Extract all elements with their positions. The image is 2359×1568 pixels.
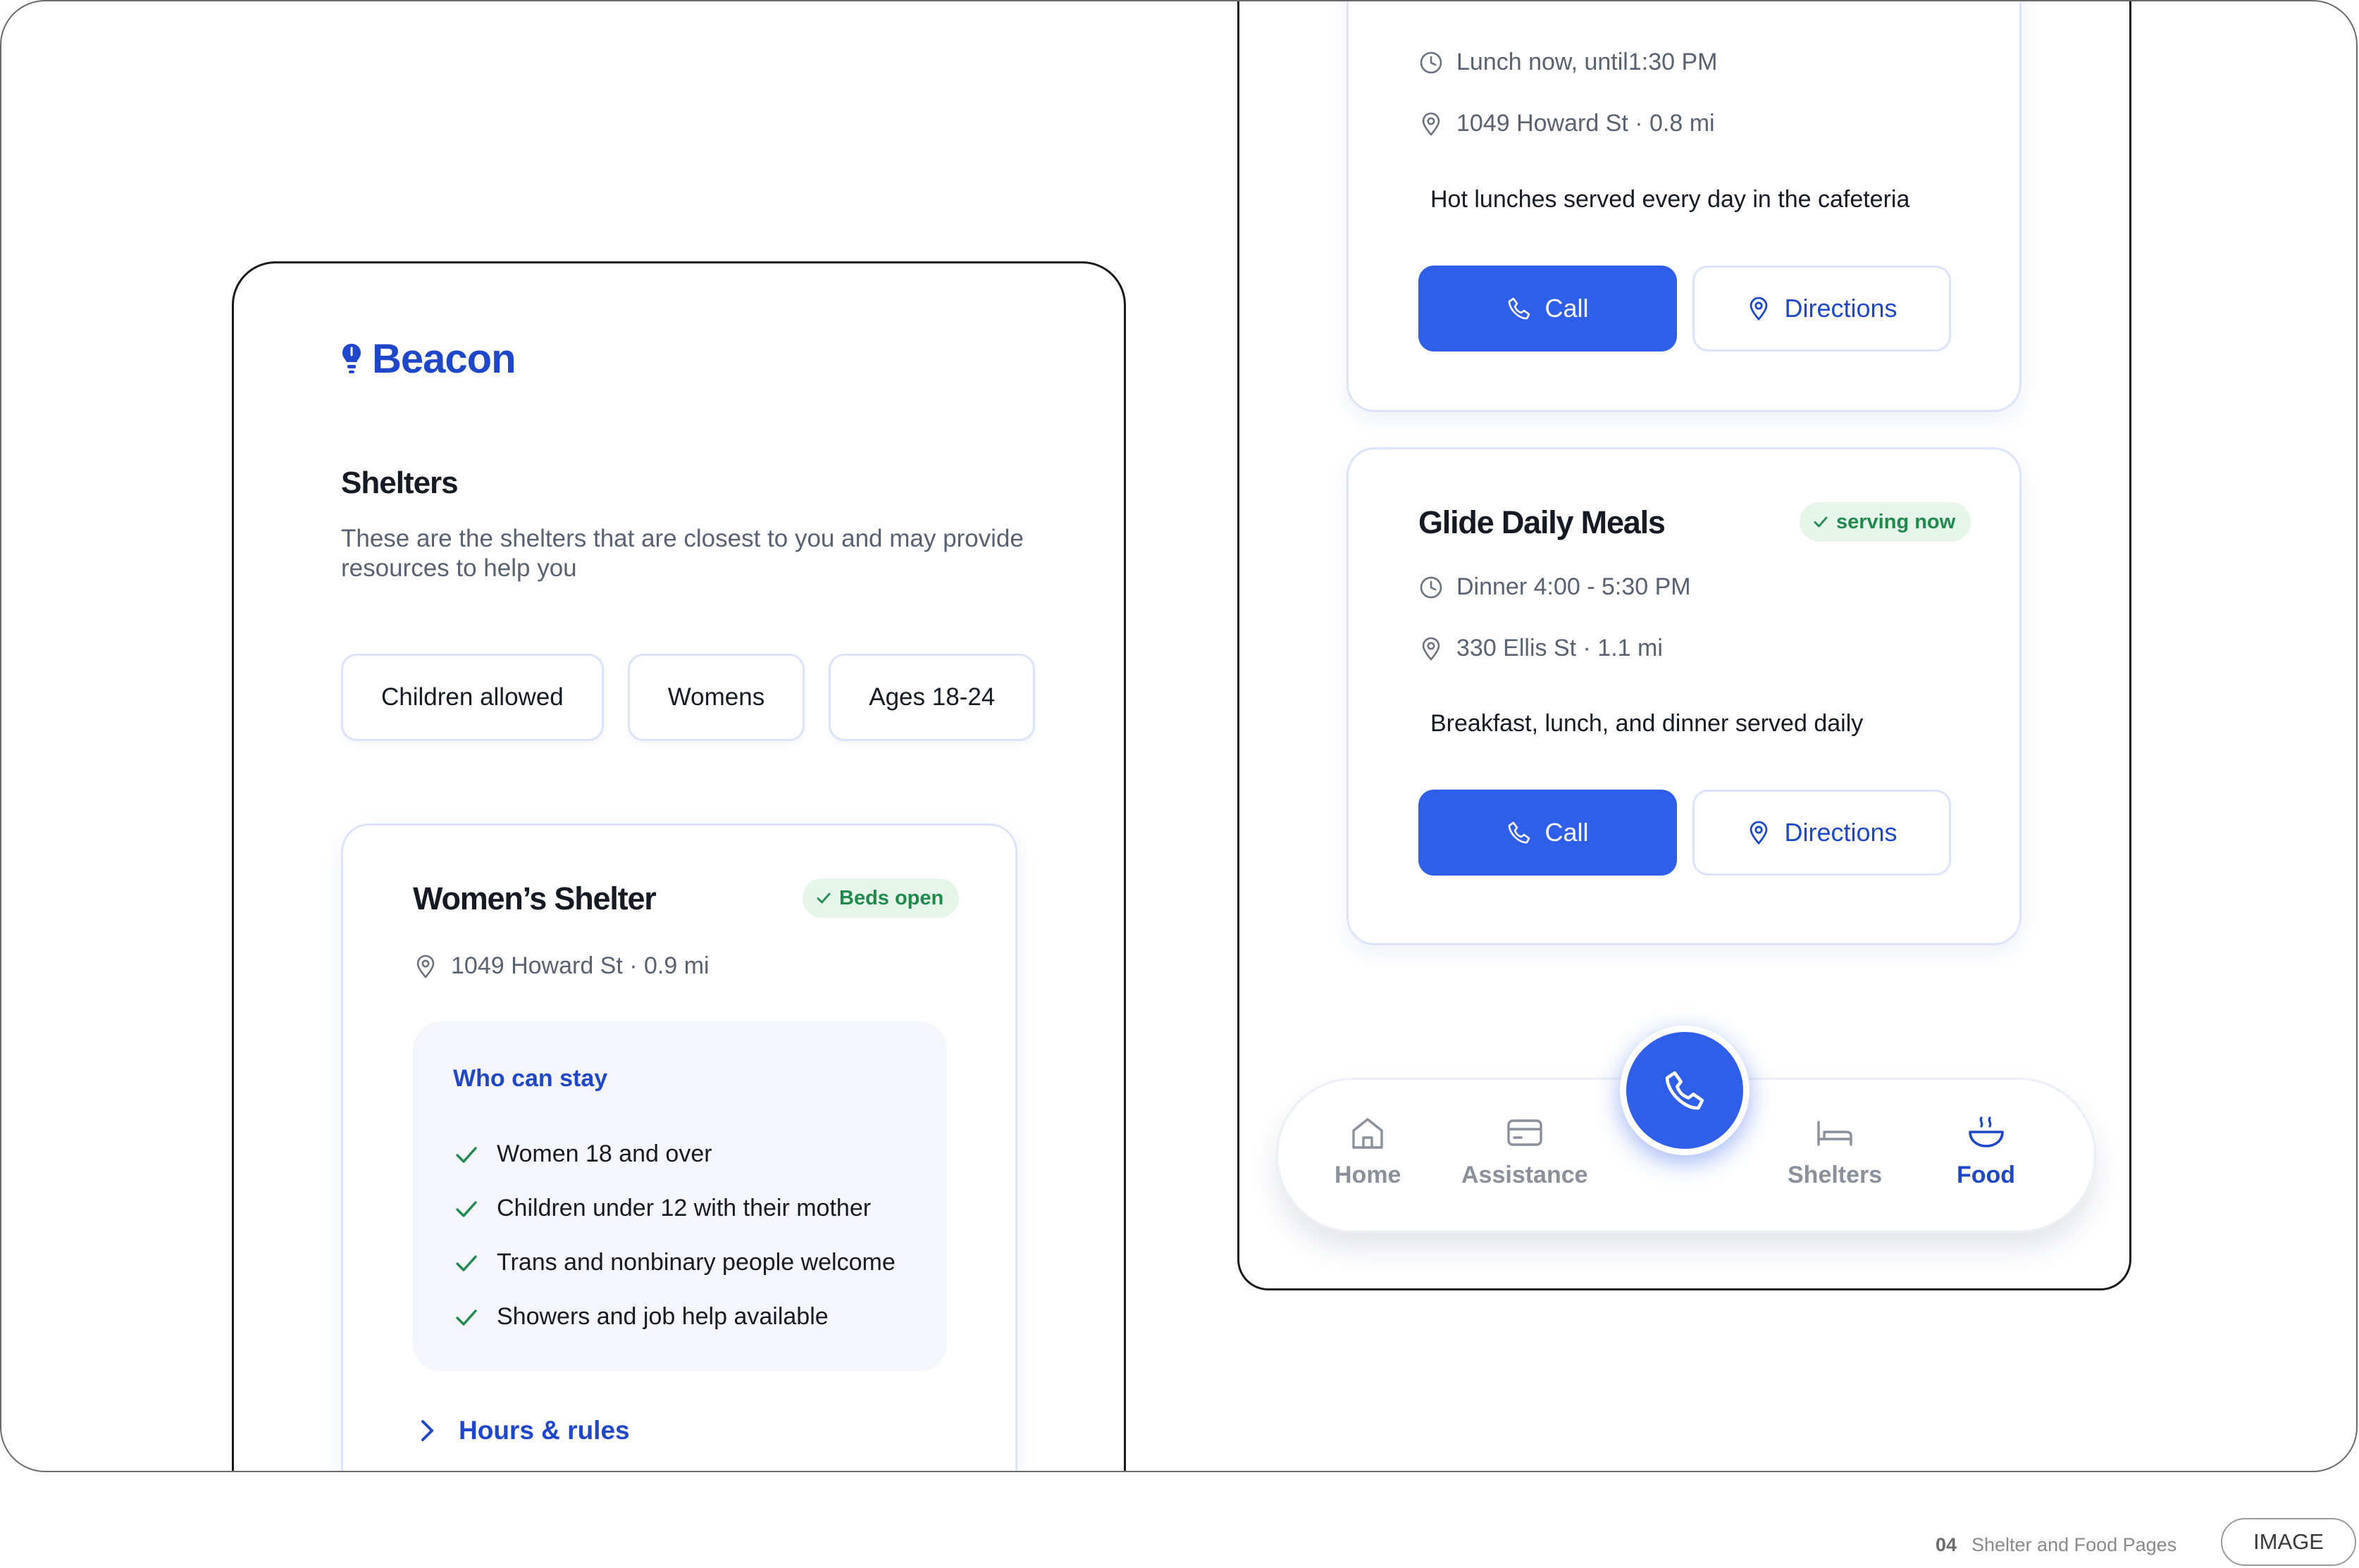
call-button-label: Call bbox=[1544, 294, 1589, 323]
phone-icon bbox=[1509, 821, 1530, 844]
directions-button[interactable]: Directions bbox=[1692, 266, 1951, 351]
brand-logo[interactable]: Beacon bbox=[341, 335, 516, 382]
food-address: 1049 Howard St · 0.8 mi bbox=[1418, 110, 1715, 137]
list-item: Children under 12 with their mother bbox=[453, 1181, 896, 1236]
check-icon bbox=[456, 1309, 477, 1326]
filter-chip-ages[interactable]: Ages 18-24 bbox=[829, 654, 1036, 741]
presentation-frame: Beacon Shelters These are the shelters t… bbox=[0, 0, 2358, 1472]
food-address-text: 1049 Howard St · 0.8 mi bbox=[1456, 110, 1715, 137]
check-icon bbox=[456, 1146, 477, 1163]
status-badge-label: serving now bbox=[1836, 510, 1956, 533]
page-caption: Shelter and Food Pages bbox=[1971, 1534, 2177, 1555]
phone-food-screen: Lunch now, until1:30 PM 1049 Howard St ·… bbox=[1237, 1, 2131, 1290]
card-icon bbox=[1507, 1119, 1542, 1146]
list-item: Women 18 and over bbox=[453, 1127, 896, 1181]
bed-icon bbox=[1817, 1121, 1852, 1146]
food-card[interactable]: Lunch now, until1:30 PM 1049 Howard St ·… bbox=[1346, 1, 2021, 412]
phone-shelters-screen: Beacon Shelters These are the shelters t… bbox=[232, 261, 1126, 1471]
filter-chips: Children allowed Womens Ages 18-24 bbox=[341, 654, 1036, 741]
food-hours-text: Dinner 4:00 - 5:30 PM bbox=[1456, 573, 1691, 600]
call-button-label: Call bbox=[1544, 818, 1589, 847]
location-pin-icon bbox=[1422, 637, 1440, 661]
food-address: 330 Ellis St · 1.1 mi bbox=[1418, 635, 1663, 662]
food-card[interactable]: Glide Daily Meals serving now Dinner 4:0… bbox=[1346, 447, 2021, 945]
list-item-label: Children under 12 with their mother bbox=[497, 1195, 872, 1221]
nav-item-food[interactable]: Food bbox=[1957, 1114, 2015, 1189]
check-icon bbox=[1814, 516, 1828, 528]
filter-chip-womens[interactable]: Womens bbox=[627, 654, 805, 741]
nav-item-shelters[interactable]: Shelters bbox=[1788, 1114, 1882, 1189]
check-icon bbox=[456, 1200, 477, 1217]
directions-button[interactable]: Directions bbox=[1692, 790, 1951, 876]
location-pin-icon bbox=[1750, 821, 1768, 845]
hours-rules-label: Hours & rules bbox=[459, 1416, 630, 1445]
list-item: Showers and job help available bbox=[453, 1290, 896, 1344]
call-button[interactable]: Call bbox=[1418, 790, 1677, 876]
location-pin-icon bbox=[1422, 112, 1440, 136]
status-badge: Beds open bbox=[803, 878, 960, 918]
shelter-title: Women’s Shelter bbox=[413, 881, 657, 916]
lightbulb-icon bbox=[342, 343, 361, 373]
list-item: Trans and nonbinary people welcome bbox=[453, 1236, 896, 1290]
nav-item-label: Assistance bbox=[1461, 1162, 1588, 1188]
shelter-card[interactable]: Women’s Shelter Beds open 1049 Howard St… bbox=[341, 823, 1017, 1471]
nav-item-label: Shelters bbox=[1788, 1162, 1883, 1188]
food-hours: Dinner 4:00 - 5:30 PM bbox=[1418, 573, 1691, 601]
nav-item-assistance[interactable]: Assistance bbox=[1461, 1114, 1588, 1189]
phone-icon bbox=[1665, 1071, 1704, 1110]
nav-item-label: Home bbox=[1335, 1162, 1401, 1188]
page-description: These are the shelters that are closest … bbox=[341, 525, 1024, 582]
who-can-stay-title: Who can stay bbox=[453, 1065, 608, 1092]
check-icon bbox=[817, 892, 831, 904]
filter-chip-children-allowed[interactable]: Children allowed bbox=[341, 654, 604, 741]
hours-rules-link[interactable]: Hours & rules bbox=[416, 1416, 630, 1445]
home-icon bbox=[1352, 1118, 1383, 1149]
clock-icon bbox=[1420, 576, 1442, 598]
page-title: Shelters bbox=[341, 466, 459, 500]
nav-item-home[interactable]: Home bbox=[1335, 1114, 1401, 1189]
list-item-label: Trans and nonbinary people welcome bbox=[497, 1249, 896, 1276]
shelter-address: 1049 Howard St · 0.9 mi bbox=[413, 952, 710, 980]
status-badge: serving now bbox=[1800, 502, 1971, 542]
who-can-stay-panel: Who can stay Women 18 and over Children … bbox=[413, 1021, 947, 1371]
phone-icon bbox=[1509, 297, 1530, 320]
call-fab-button[interactable] bbox=[1620, 1026, 1750, 1155]
call-button[interactable]: Call bbox=[1418, 266, 1677, 351]
clock-icon bbox=[1420, 51, 1442, 73]
brand-name: Beacon bbox=[372, 336, 516, 382]
directions-button-label: Directions bbox=[1784, 818, 1897, 847]
image-tag-pill[interactable]: IMAGE bbox=[2221, 1518, 2356, 1566]
list-item-label: Women 18 and over bbox=[497, 1140, 712, 1167]
who-can-stay-list: Women 18 and over Children under 12 with… bbox=[453, 1127, 896, 1344]
nav-item-label: Food bbox=[1957, 1162, 2016, 1188]
page-number: 04 bbox=[1936, 1534, 1957, 1555]
location-pin-icon bbox=[416, 954, 435, 978]
food-description: Breakfast, lunch, and dinner served dail… bbox=[1430, 710, 1864, 737]
directions-button-label: Directions bbox=[1784, 294, 1897, 323]
location-pin-icon bbox=[1750, 297, 1768, 321]
food-hours-text: Lunch now, until1:30 PM bbox=[1456, 49, 1718, 75]
status-badge-label: Beds open bbox=[839, 886, 944, 909]
food-description: Hot lunches served every day in the cafe… bbox=[1430, 186, 1910, 213]
chevron-right-icon bbox=[421, 1420, 433, 1441]
list-item-label: Showers and job help available bbox=[497, 1303, 829, 1330]
bowl-icon bbox=[1968, 1116, 2004, 1147]
shelter-address-text: 1049 Howard St · 0.9 mi bbox=[451, 952, 710, 979]
food-title: Glide Daily Meals bbox=[1418, 504, 1666, 540]
food-address-text: 330 Ellis St · 1.1 mi bbox=[1456, 635, 1663, 661]
check-icon bbox=[456, 1255, 477, 1271]
food-hours: Lunch now, until1:30 PM bbox=[1418, 49, 1717, 76]
